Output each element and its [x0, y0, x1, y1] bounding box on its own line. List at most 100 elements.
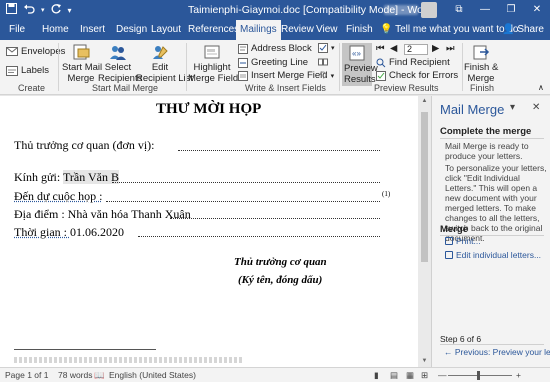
collapse-ribbon-icon[interactable]: ∧ [538, 83, 544, 92]
rules-button[interactable]: ▾ [318, 43, 335, 53]
address-block-button[interactable]: Address Block [238, 43, 312, 54]
tab-view[interactable]: View [316, 20, 338, 40]
page-count[interactable]: Page 1 of 1 [5, 370, 48, 380]
previous-step-link[interactable]: ← Previous: Preview your letters [444, 347, 550, 357]
document-page[interactable]: THƯ MỜI HỌP Thủ trưởng cơ quan (đơn vị):… [0, 96, 418, 367]
title-bar: ▾ ▾ Taimienphi-Giaymoi.doc [Compatibilit… [0, 0, 550, 20]
share-button[interactable]: 👤 Share [502, 24, 544, 35]
envelope-icon [6, 47, 18, 56]
tab-layout[interactable]: Layout [151, 20, 181, 40]
language[interactable]: English (United States) [109, 370, 196, 380]
labels-button[interactable]: Labels [6, 65, 49, 76]
complete-merge-heading: Complete the merge [440, 126, 532, 137]
check-errors-button[interactable]: Check for Errors [376, 70, 458, 81]
update-labels-button[interactable] [318, 70, 328, 80]
tab-review[interactable]: Review [281, 20, 314, 40]
ribbon-tabs: File Home Insert Design Layout Reference… [0, 20, 550, 40]
ready-text: Mail Merge is ready to produce your lett… [445, 141, 529, 161]
tab-references[interactable]: References [188, 20, 239, 40]
edit-list-icon [153, 46, 168, 59]
dotted-fill [112, 182, 380, 183]
time-label: Thời gian : [14, 225, 71, 239]
share-icon: 👤 [502, 24, 515, 35]
envelopes-button[interactable]: Envelopes [6, 46, 65, 57]
highlight-merge-fields-button[interactable]: Highlight Merge Fields [188, 43, 243, 84]
labels-icon [6, 65, 18, 76]
ribbon-display-options-icon[interactable]: ⧉ [446, 0, 472, 20]
close-pane-icon[interactable]: ✕ [532, 102, 540, 113]
start-mail-merge-icon [73, 44, 90, 60]
close-button[interactable]: ✕ [524, 0, 550, 20]
customize-qat-icon[interactable]: ▾ [68, 4, 72, 18]
greeting-line-button[interactable]: Greeting Line [238, 57, 308, 68]
tell-me-box[interactable]: 💡 Tell me what you want to do [380, 24, 518, 35]
word-count[interactable]: 78 words [58, 370, 93, 380]
mail-merge-pane: Mail Merge ▾ ✕ Complete the merge Mail M… [431, 96, 550, 367]
web-layout-icon[interactable]: ⊞ [421, 370, 428, 381]
scroll-up-icon[interactable]: ▲ [418, 98, 431, 104]
start-mail-merge-button[interactable]: Start Mail Merge [62, 43, 102, 84]
tab-file[interactable]: File [9, 20, 25, 40]
record-number-input[interactable]: 2 [404, 44, 428, 55]
address-block-icon [238, 43, 248, 54]
signature-note: (Ký tên, đóng dấu) [238, 274, 323, 286]
tab-design[interactable]: Design [116, 20, 147, 40]
match-fields-button[interactable] [318, 57, 328, 67]
restore-button[interactable]: ❐ [498, 0, 524, 20]
save-icon[interactable] [6, 3, 17, 18]
arrow-left-icon: ← [444, 347, 455, 357]
select-recipients-button[interactable]: Select Recipients [98, 43, 142, 84]
first-record-icon[interactable]: ⏮ [376, 43, 385, 54]
edit-individual-letters-link[interactable]: Edit individual letters... [456, 250, 541, 260]
tab-mailings[interactable]: Mailings [236, 20, 281, 40]
group-label-create: Create [18, 83, 46, 93]
zoom-slider-thumb[interactable] [477, 371, 480, 380]
focus-mode-icon[interactable]: ▮ [374, 370, 379, 381]
next-record-icon[interactable]: ▶ [432, 43, 439, 54]
scrollbar-thumb[interactable] [421, 112, 428, 262]
zoom-slider[interactable] [448, 375, 512, 376]
dotted-fill [170, 218, 380, 219]
dotted-fill [178, 150, 380, 151]
find-recipient-button[interactable]: Find Recipient [376, 57, 450, 68]
pane-divider [440, 344, 544, 345]
document-area: THƯ MỜI HỌP Thủ trưởng cơ quan (đơn vị):… [0, 96, 431, 367]
previous-record-icon[interactable]: ◀ [390, 43, 397, 54]
print-layout-icon[interactable]: ▦ [406, 370, 414, 381]
edit-recipient-list-button[interactable]: Edit Recipient List [136, 43, 193, 84]
tab-home[interactable]: Home [42, 20, 69, 40]
footnote-separator [14, 349, 156, 350]
update-labels-icon [319, 71, 327, 79]
undo-icon[interactable] [23, 3, 35, 18]
recipient-value: Trần Văn B [62, 170, 119, 184]
greeting-line-icon [238, 57, 248, 68]
preview-results-button[interactable]: «» Preview Results [342, 43, 378, 86]
group-separator [462, 43, 463, 91]
vertical-scrollbar[interactable]: ▲ ▼ [418, 96, 431, 367]
zoom-in-button[interactable]: + [516, 370, 521, 380]
quick-access-toolbar: ▾ ▾ [6, 3, 72, 18]
tab-insert[interactable]: Insert [80, 20, 105, 40]
avatar[interactable] [421, 2, 437, 18]
scroll-down-icon[interactable]: ▼ [418, 358, 431, 364]
redo-icon[interactable] [51, 3, 62, 18]
footnote-mark: (1) [382, 190, 391, 198]
group-label-start-mail-merge: Start Mail Merge [92, 83, 159, 93]
ribbon: Envelopes Labels Create Start Mail Merge… [0, 40, 550, 95]
recipient-label: Kính gửi: [14, 170, 63, 184]
finish-merge-button[interactable]: Finish & Merge [464, 43, 498, 84]
user-name[interactable] [384, 5, 418, 15]
doc-line-recipient: Kính gửi: Trần Văn B [14, 170, 119, 185]
share-label: Share [517, 24, 544, 35]
finish-merge-icon [473, 45, 490, 60]
zoom-out-button[interactable]: — [438, 370, 447, 380]
read-mode-icon[interactable]: ▤ [390, 370, 398, 381]
print-link[interactable]: Print... [456, 236, 481, 246]
last-record-icon[interactable]: ⏭ [446, 43, 455, 54]
pane-options-icon[interactable]: ▾ [510, 102, 515, 113]
undo-dropdown-icon[interactable]: ▾ [41, 4, 45, 18]
printer-icon [445, 237, 453, 245]
proofing-icon[interactable]: 📖 [94, 370, 105, 381]
tab-finish[interactable]: Finish [346, 20, 373, 40]
minimize-button[interactable]: — [472, 0, 498, 20]
